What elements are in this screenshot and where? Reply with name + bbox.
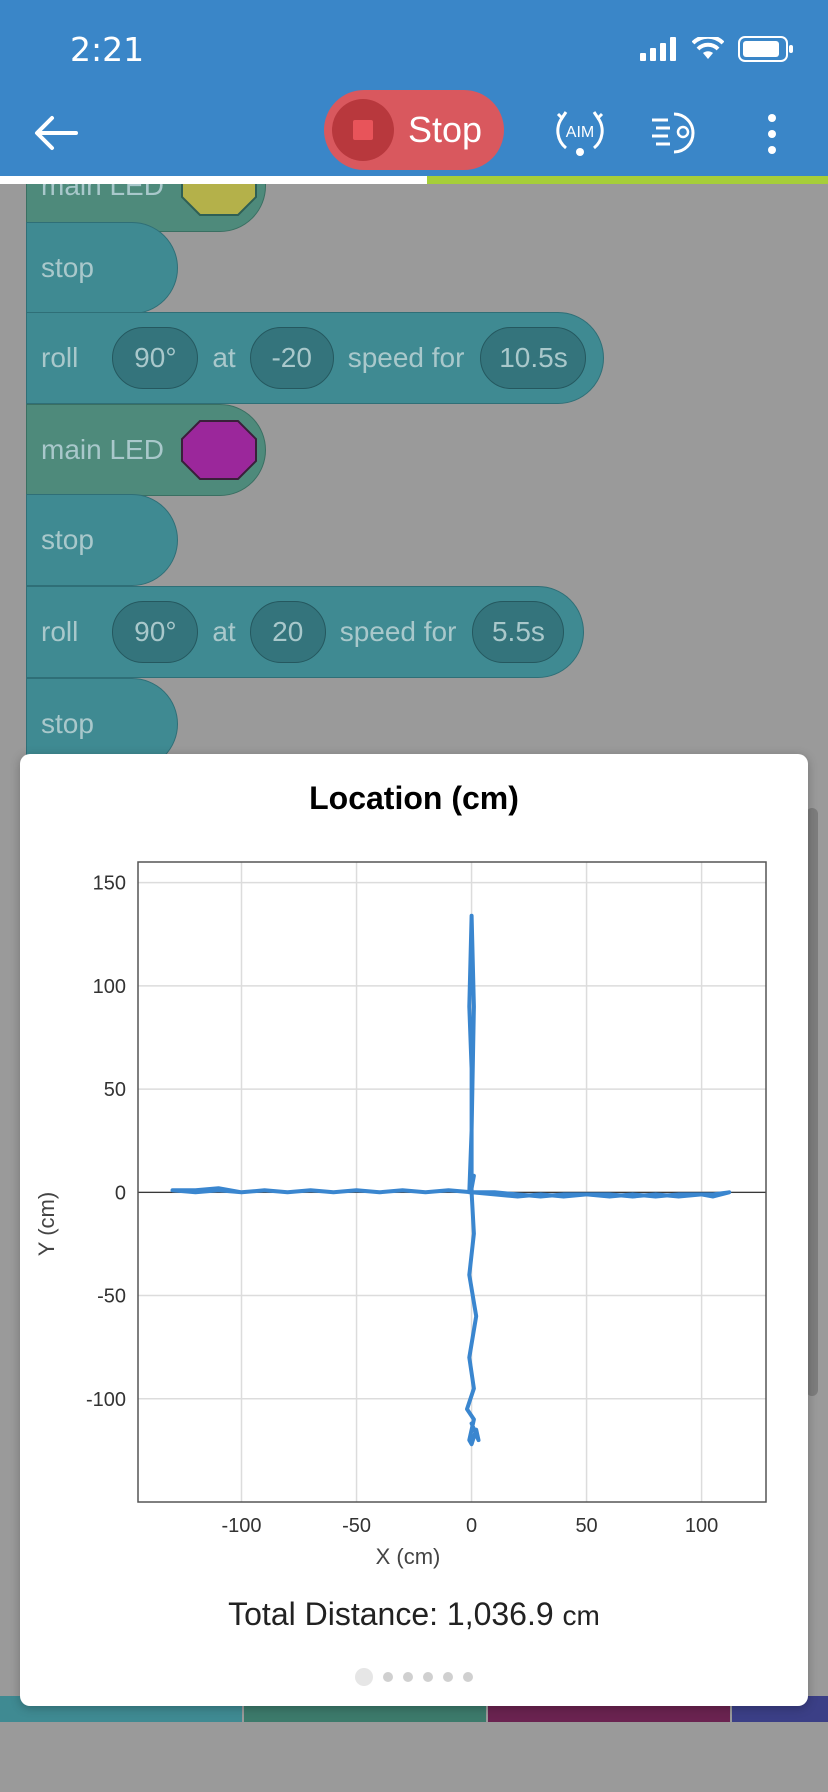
location-chart: -100 -50 0 50 100 -100 -50 0 50 100 150 X (cm) Y (…	[34, 861, 767, 1569]
page-indicator[interactable]	[20, 1668, 808, 1686]
aim-button[interactable]: AIM	[552, 106, 608, 158]
app-bar: 2:21 Stop AIM	[0, 0, 828, 176]
block-label: at	[212, 342, 236, 373]
dot-icon	[768, 130, 776, 138]
drive-button[interactable]	[650, 110, 702, 156]
total-distance-value: Total Distance: 1,036.9	[228, 1596, 554, 1632]
chart-ticks: -100 -50 0 50 100 -100 -50 0 50 100 150	[86, 873, 718, 1537]
led-color-swatch[interactable]	[180, 419, 258, 481]
y-tick-label: 0	[115, 1182, 126, 1204]
roll-heading-input[interactable]: 90°	[112, 601, 199, 663]
x-tick-label: 0	[466, 1515, 477, 1537]
page-dot[interactable]	[355, 1668, 373, 1686]
block-label: roll	[41, 342, 79, 373]
block-roll[interactable]: roll 90° at 20 speed for 5.5s	[26, 586, 584, 678]
x-tick-label: 50	[575, 1515, 597, 1537]
page-dot[interactable]	[443, 1672, 453, 1682]
dot-icon	[768, 146, 776, 154]
block-stop[interactable]: stop	[26, 222, 178, 314]
sensor-popup[interactable]: Location (cm) -100 -50 0 50 100 -100 -50 0 50 100…	[20, 754, 808, 1706]
roll-heading-input[interactable]: 90°	[112, 327, 199, 389]
back-button[interactable]	[28, 108, 84, 158]
block-label: roll	[41, 616, 79, 647]
roll-speed-input[interactable]: -20	[249, 327, 334, 389]
location-path-line	[170, 913, 732, 1447]
x-tick-label: -100	[222, 1515, 262, 1537]
x-tick-label: -50	[342, 1515, 371, 1537]
block-stop[interactable]: stop	[26, 494, 178, 586]
y-tick-label: 50	[104, 1079, 126, 1101]
total-distance: Total Distance: 1,036.9 cm	[20, 1596, 808, 1633]
x-axis-label: X (cm)	[376, 1544, 441, 1569]
page-dot[interactable]	[383, 1672, 393, 1682]
block-label: speed for	[347, 342, 465, 373]
aim-icon: AIM	[556, 111, 604, 156]
y-tick-label: -100	[86, 1389, 126, 1411]
block-label: main LED	[41, 184, 164, 201]
stop-icon	[332, 99, 394, 161]
chart-grid	[138, 862, 766, 1502]
block-label: stop	[41, 524, 94, 555]
block-label: at	[212, 616, 236, 647]
popup-title: Location (cm)	[309, 780, 519, 816]
wifi-icon	[692, 37, 724, 59]
block-roll[interactable]: roll 90° at -20 speed for 10.5s	[26, 312, 604, 404]
x-tick-label: 100	[685, 1515, 718, 1537]
y-tick-label: 150	[93, 873, 126, 895]
page-dot[interactable]	[463, 1672, 473, 1682]
stop-button[interactable]: Stop	[324, 90, 504, 170]
y-tick-label: 100	[93, 976, 126, 998]
roll-duration-input[interactable]: 10.5s	[480, 327, 587, 389]
arrow-left-icon	[35, 116, 78, 150]
status-icons	[640, 34, 794, 64]
status-time: 2:21	[70, 30, 145, 69]
signal-icon	[640, 37, 676, 61]
block-label: stop	[41, 708, 94, 739]
speed-dial-icon	[652, 112, 695, 154]
roll-speed-input[interactable]: 20	[249, 601, 326, 663]
aim-icon-text: AIM	[566, 124, 594, 141]
more-options-button[interactable]	[760, 114, 784, 154]
total-distance-unit: cm	[562, 1600, 600, 1631]
page-dot[interactable]	[423, 1672, 433, 1682]
y-axis-label: Y (cm)	[34, 1192, 59, 1256]
program-progress-bar	[0, 176, 828, 184]
led-color-swatch[interactable]	[180, 184, 258, 217]
roll-duration-input[interactable]: 5.5s	[472, 601, 565, 663]
chart-frame	[137, 861, 767, 1503]
page-dot[interactable]	[403, 1672, 413, 1682]
y-tick-label: -50	[97, 1286, 126, 1308]
battery-icon	[738, 36, 793, 62]
block-label: stop	[41, 252, 94, 283]
block-label: main LED	[41, 434, 164, 465]
block-main-led[interactable]: main LED	[26, 404, 266, 496]
dot-icon	[768, 114, 776, 122]
stop-button-label: Stop	[408, 109, 483, 150]
block-label: speed for	[339, 616, 457, 647]
